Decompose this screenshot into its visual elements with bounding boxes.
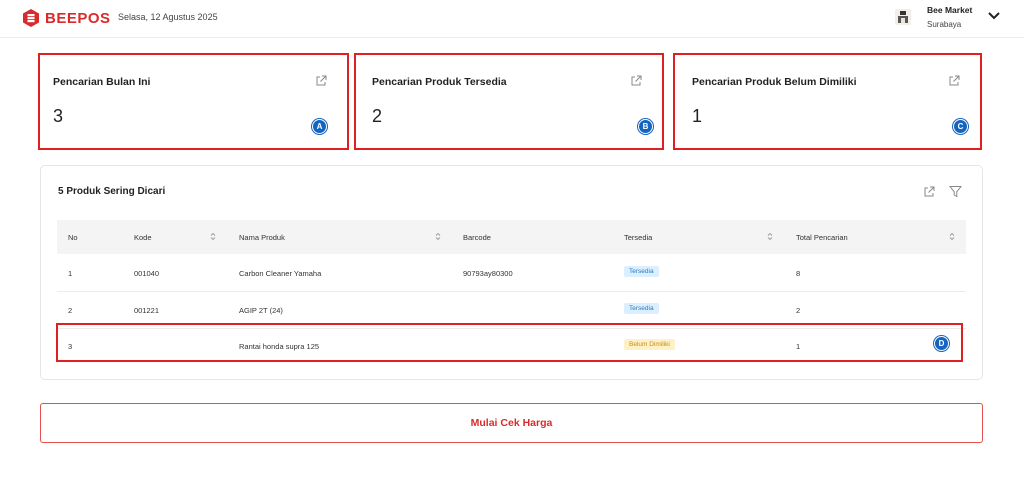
stat-card-monthly-search: Pencarian Bulan Ini 3 A: [38, 53, 349, 150]
stat-value: 1: [692, 106, 703, 126]
store-name: Bee Market: [927, 5, 973, 15]
external-link-icon[interactable]: [630, 75, 642, 87]
filter-icon[interactable]: [949, 185, 962, 198]
store-avatar[interactable]: [895, 9, 911, 25]
sort-icon[interactable]: [210, 232, 216, 241]
external-link-icon[interactable]: [315, 75, 327, 87]
brand-logo[interactable]: BEEPOS: [22, 8, 111, 28]
stat-title: Pencarian Produk Belum Dimiliki: [692, 76, 857, 88]
column-header-total-pencarian: Total Pencarian: [796, 233, 848, 242]
brand-name: BEEPOS: [45, 9, 111, 27]
marker-a: A: [312, 119, 327, 134]
panel-title: 5 Produk Sering Dicari: [58, 186, 166, 197]
cell-barcode: 90793ay80300: [463, 269, 513, 278]
column-header-no: No: [68, 233, 78, 242]
beepos-logo-icon: [23, 9, 39, 27]
stat-value: 2: [372, 106, 383, 126]
external-link-icon[interactable]: [948, 75, 960, 87]
cell-nama-produk: Carbon Cleaner Yamaha: [239, 269, 322, 278]
status-badge: Tersedia: [624, 303, 659, 314]
store-city: Surabaya: [927, 20, 962, 29]
column-header-kode: Kode: [134, 233, 152, 242]
cell-nama-produk: AGIP 2T (24): [239, 306, 283, 315]
cell-no: 1: [68, 269, 73, 278]
marker-b: B: [638, 119, 653, 134]
column-header-barcode: Barcode: [463, 233, 491, 242]
marker-c: C: [953, 119, 968, 134]
table-header: No Kode Nama Produk Barcode Tersedia Tot…: [57, 220, 966, 254]
current-date: Selasa, 12 Agustus 2025: [118, 12, 218, 22]
top-header: BEEPOS Selasa, 12 Agustus 2025 Bee Marke…: [0, 0, 1024, 38]
store-logo-icon: [898, 11, 908, 23]
stat-title: Pencarian Produk Tersedia: [372, 76, 507, 88]
highlight-frame: D: [56, 323, 963, 362]
column-header-nama-produk: Nama Produk: [239, 233, 285, 242]
sort-icon[interactable]: [767, 232, 773, 241]
cell-total-pencarian: 2: [796, 306, 801, 315]
sort-icon[interactable]: [435, 232, 441, 241]
chevron-down-icon[interactable]: [987, 11, 1001, 21]
sort-icon[interactable]: [949, 232, 955, 241]
marker-d: D: [934, 336, 949, 351]
table-row[interactable]: 1 001040 Carbon Cleaner Yamaha 90793ay80…: [57, 255, 966, 292]
cell-kode: 001040: [134, 269, 160, 278]
stat-card-available-search: Pencarian Produk Tersedia 2 B: [354, 53, 664, 150]
cell-no: 2: [68, 306, 73, 315]
stat-card-not-owned-search: Pencarian Produk Belum Dimiliki 1 C: [673, 53, 982, 150]
stat-value: 3: [53, 106, 64, 126]
status-badge: Tersedia: [624, 266, 659, 277]
cell-total-pencarian: 8: [796, 269, 801, 278]
start-price-check-button[interactable]: Mulai Cek Harga: [40, 403, 983, 443]
stat-title: Pencarian Bulan Ini: [53, 76, 151, 88]
external-link-icon[interactable]: [923, 186, 935, 198]
column-header-tersedia: Tersedia: [624, 233, 653, 242]
cell-kode: 001221: [134, 306, 160, 315]
